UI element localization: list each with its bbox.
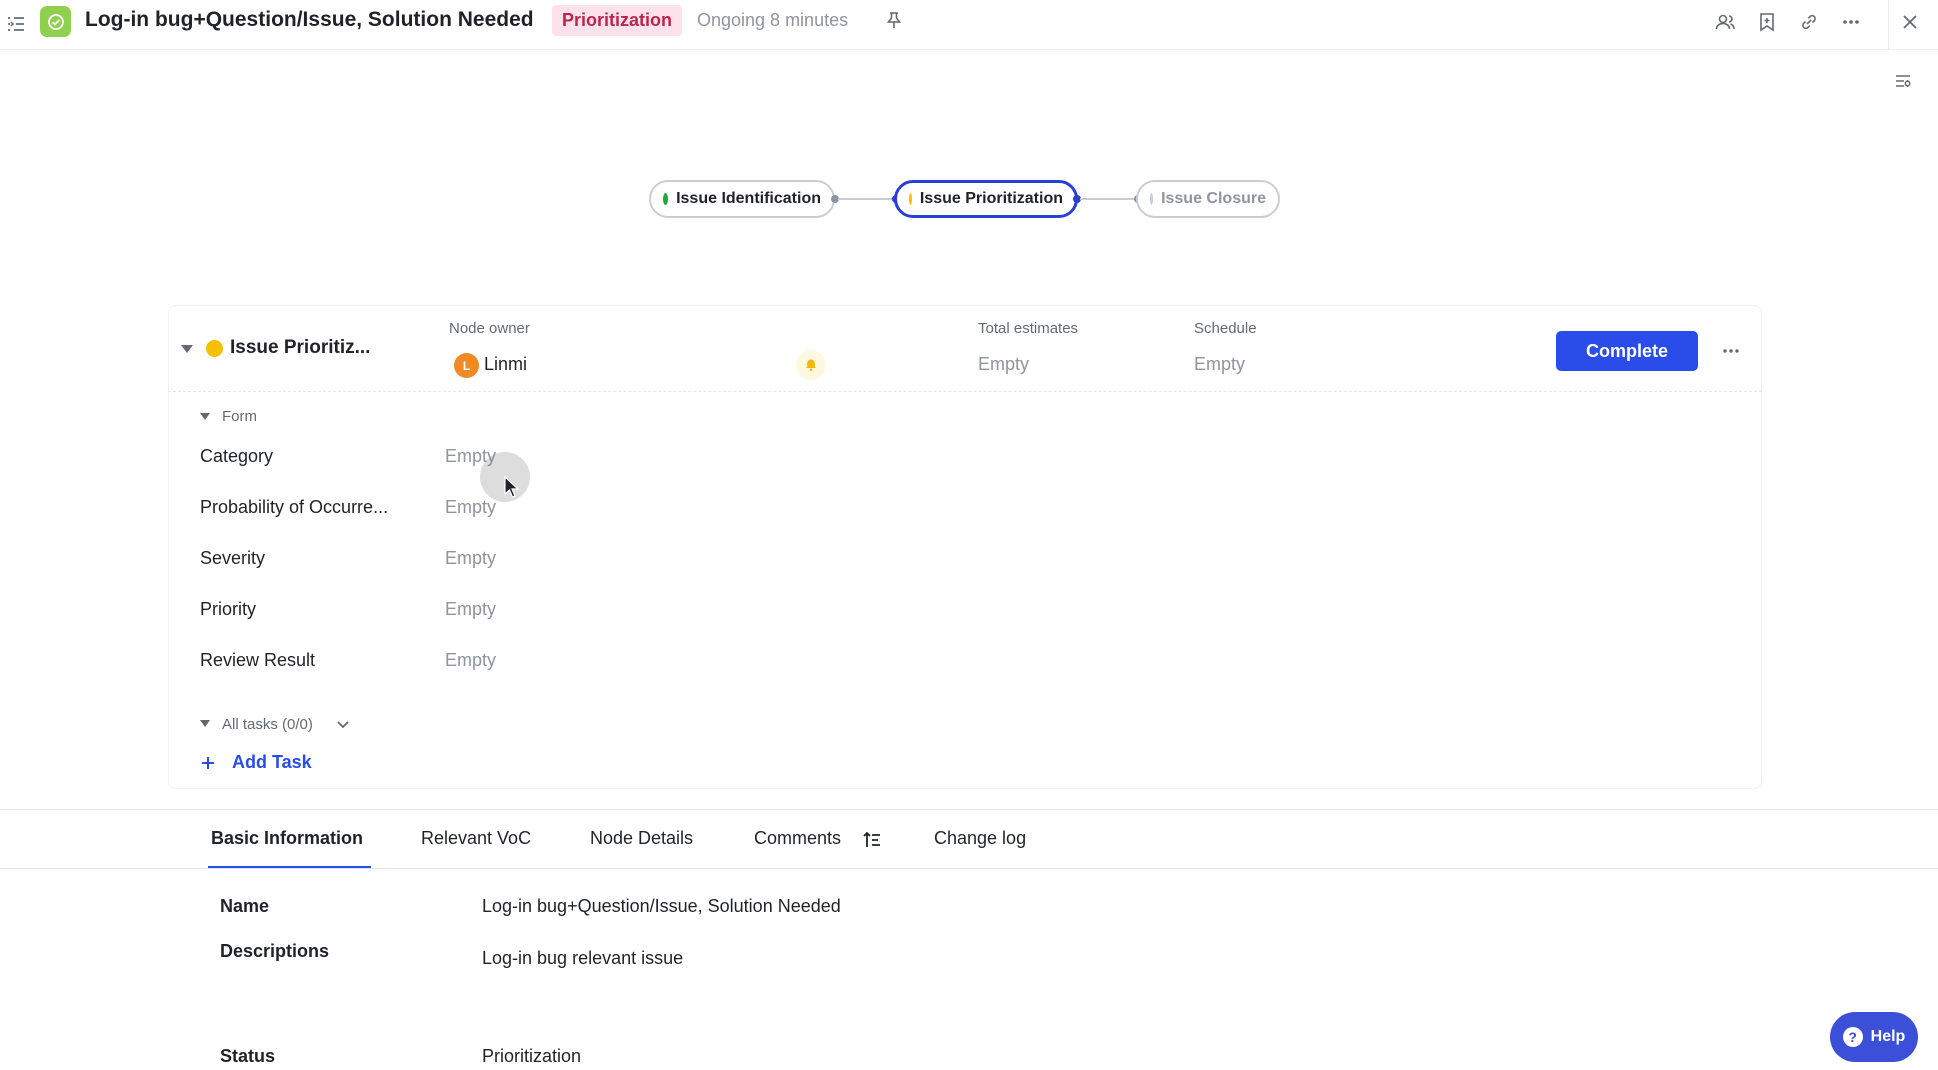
field-value-probability[interactable]: Empty <box>445 497 496 518</box>
field-label-category: Category <box>200 446 274 466</box>
divider <box>1888 0 1889 50</box>
top-bar: Log-in bug+Question/Issue, Solution Need… <box>0 0 1938 50</box>
descriptions-value[interactable]: Log-in bug relevant issue <box>482 948 683 969</box>
chevron-down-icon[interactable] <box>335 716 351 732</box>
flow-line <box>1080 198 1136 200</box>
collapse-caret-icon[interactable] <box>181 345 193 353</box>
descriptions-label: Descriptions <box>220 941 330 961</box>
status-label: Status <box>220 1046 276 1066</box>
divider <box>0 809 1938 810</box>
field-label-probability: Probability of Occurre... <box>200 497 389 517</box>
field-label-review-result: Review Result <box>200 650 316 670</box>
divider <box>168 391 1762 392</box>
flow-node-issue-identification[interactable]: Issue Identification <box>649 180 835 218</box>
collapse-caret-icon[interactable] <box>200 413 210 420</box>
schedule-value[interactable]: Empty <box>1194 354 1245 375</box>
field-value-severity[interactable]: Empty <box>445 548 496 569</box>
bookmark-icon[interactable] <box>1750 7 1784 37</box>
flow-node-label: Issue Identification <box>676 190 821 207</box>
form-section-label: Form <box>222 408 257 425</box>
status-dot-icon <box>663 193 669 205</box>
node-title: Issue Prioritiz... <box>230 337 371 358</box>
help-button[interactable]: ? Help <box>1830 1012 1918 1062</box>
total-estimates-label: Total estimates <box>978 320 1079 337</box>
pin-icon[interactable] <box>884 10 904 30</box>
bell-icon[interactable] <box>796 350 826 380</box>
tab-change-log[interactable]: Change log <box>934 828 1026 849</box>
help-label: Help <box>1870 1028 1906 1045</box>
members-icon[interactable] <box>1708 7 1742 37</box>
node-card <box>168 305 1762 789</box>
status-dot-icon <box>1150 193 1154 205</box>
field-label-severity: Severity <box>200 548 266 568</box>
settings-filter-icon[interactable] <box>1888 66 1918 96</box>
link-icon[interactable] <box>1792 7 1826 37</box>
total-estimates-value[interactable]: Empty <box>978 354 1029 375</box>
divider <box>0 868 1938 869</box>
status-value[interactable]: Prioritization <box>482 1046 581 1067</box>
flow-node-issue-closure[interactable]: Issue Closure <box>1136 180 1280 218</box>
node-owner-label: Node owner <box>449 320 530 337</box>
more-icon[interactable] <box>1716 336 1746 366</box>
tab-relevant-voc[interactable]: Relevant VoC <box>421 828 531 849</box>
name-value[interactable]: Log-in bug+Question/Issue, Solution Need… <box>482 896 841 917</box>
mouse-cursor-icon <box>503 475 520 499</box>
field-label-priority: Priority <box>200 599 257 619</box>
status-dot-icon <box>206 340 223 357</box>
plus-icon <box>202 756 214 769</box>
tab-comments[interactable]: Comments <box>754 828 841 849</box>
field-value-review-result[interactable]: Empty <box>445 650 496 671</box>
flow-node-issue-prioritization[interactable]: Issue Prioritization <box>894 180 1078 218</box>
node-owner-name[interactable]: Linmi <box>484 354 527 375</box>
name-label: Name <box>220 896 270 916</box>
stage-badge: Prioritization <box>552 5 683 36</box>
more-icon[interactable] <box>1834 7 1868 37</box>
sidebar-toggle-icon[interactable] <box>5 13 27 35</box>
collapse-caret-icon[interactable] <box>200 720 210 727</box>
flow-node-label: Issue Prioritization <box>919 190 1063 207</box>
flow-node-label: Issue Closure <box>1161 190 1266 207</box>
sort-icon[interactable] <box>862 830 882 850</box>
status-dot-icon <box>909 193 912 205</box>
flow-line <box>838 198 894 200</box>
tab-node-details[interactable]: Node Details <box>590 828 693 849</box>
add-task-button[interactable]: Add Task <box>200 752 312 773</box>
complete-button[interactable]: Complete <box>1556 331 1698 371</box>
avatar: L <box>454 353 479 378</box>
tab-basic-information[interactable]: Basic Information <box>211 828 363 849</box>
all-tasks-label[interactable]: All tasks (0/0) <box>222 716 313 733</box>
close-icon[interactable] <box>1893 7 1927 37</box>
ongoing-status: Ongoing 8 minutes <box>697 10 849 30</box>
question-icon: ? <box>1842 1027 1863 1047</box>
field-value-priority[interactable]: Empty <box>445 599 496 620</box>
add-task-label: Add Task <box>232 752 312 772</box>
app-logo-icon <box>40 6 71 37</box>
page-title: Log-in bug+Question/Issue, Solution Need… <box>85 8 534 31</box>
schedule-label: Schedule <box>1194 320 1257 337</box>
